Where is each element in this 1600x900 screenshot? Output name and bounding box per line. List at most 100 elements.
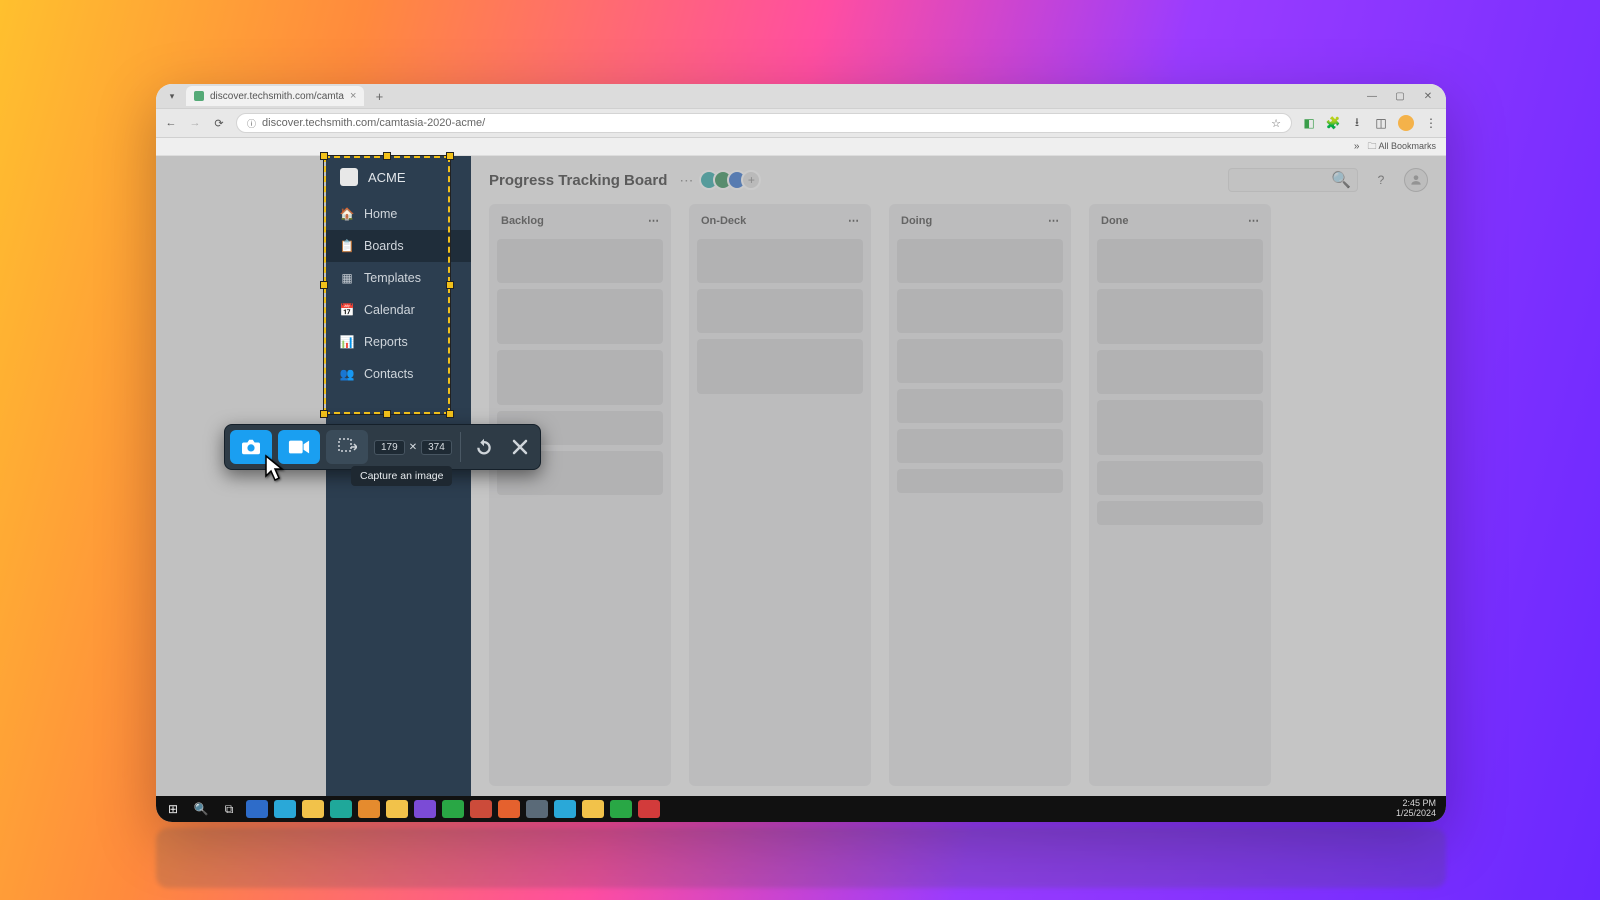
taskbar-clock[interactable]: 2:45 PM 1/25/2024 [1396,799,1440,819]
start-button[interactable]: ⊞ [162,800,184,818]
taskbar-app-icon[interactable] [526,800,548,818]
close-tab-icon[interactable]: × [350,90,356,102]
member-avatars[interactable]: + [705,170,761,190]
resize-handle[interactable] [320,410,328,418]
board-menu-icon[interactable]: ⋯ [679,172,693,189]
column-title: Done [1101,215,1129,227]
help-button[interactable]: ? [1370,169,1392,191]
new-tab-button[interactable]: + [372,89,386,103]
taskbar-app-icon[interactable] [274,800,296,818]
window-close-button[interactable]: ✕ [1420,91,1436,102]
board-card[interactable] [497,350,663,405]
board-card[interactable] [1097,289,1263,344]
board-card[interactable] [897,429,1063,463]
capture-width-input[interactable]: 179 [374,440,405,455]
taskbar-app-icon[interactable] [470,800,492,818]
undo-icon [475,438,493,456]
window-minimize-button[interactable]: — [1364,91,1380,102]
extension-icon[interactable]: ◧ [1302,116,1316,130]
capture-undo-button[interactable] [469,430,499,464]
toolbar-separator [460,432,461,462]
resize-handle[interactable] [446,281,454,289]
board-card[interactable] [1097,501,1263,525]
resize-handle[interactable] [320,152,328,160]
taskbar-search-icon[interactable]: 🔍 [190,800,212,818]
user-icon [1409,173,1423,187]
profile-avatar-icon[interactable] [1398,115,1414,131]
board-column-backlog[interactable]: Backlog⋯ [489,204,671,786]
resize-handle[interactable] [383,410,391,418]
board-search[interactable]: 🔍 [1228,168,1358,192]
browser-tab[interactable]: discover.techsmith.com/camta × [186,86,364,106]
task-view-icon[interactable]: ⧉ [218,800,240,818]
column-menu-icon[interactable]: ⋯ [848,214,859,227]
board-column-done[interactable]: Done ⋯ [1089,204,1271,786]
taskbar-app-icon[interactable] [442,800,464,818]
taskbar-app-icon[interactable] [386,800,408,818]
resize-handle[interactable] [446,410,454,418]
taskbar-app-icon[interactable] [358,800,380,818]
board-card[interactable] [897,339,1063,383]
sidepanel-icon[interactable]: ◫ [1374,116,1388,130]
board-card[interactable] [497,239,663,283]
column-menu-icon[interactable]: ⋯ [648,214,659,227]
nav-forward-button[interactable]: → [188,117,202,129]
taskbar-app-icon[interactable] [610,800,632,818]
taskbar-app-icon[interactable] [246,800,268,818]
board-card[interactable] [897,389,1063,423]
capture-selection[interactable] [324,156,450,414]
video-icon [288,439,310,455]
taskbar-app-icon[interactable] [302,800,324,818]
bookmark-star-icon[interactable]: ☆ [1271,117,1281,130]
resize-handle[interactable] [446,152,454,160]
board-card[interactable] [1097,461,1263,495]
board-card[interactable] [897,239,1063,283]
address-bar[interactable]: ⓘ discover.techsmith.com/camtasia-2020-a… [236,113,1292,133]
mouse-cursor [264,454,288,478]
all-bookmarks-button[interactable]: 🗀 All Bookmarks [1367,139,1436,155]
chrome-menu-icon[interactable]: ⋮ [1424,116,1438,130]
board-header: Progress Tracking Board ⋯ + 🔍 ? [471,156,1446,204]
url-text: discover.techsmith.com/camtasia-2020-acm… [262,117,485,129]
capture-height-input[interactable]: 374 [421,440,452,455]
capture-cancel-button[interactable] [505,430,535,464]
site-info-icon[interactable]: ⓘ [247,117,256,130]
taskbar-app-icon[interactable] [330,800,352,818]
taskbar-app-icon[interactable] [498,800,520,818]
tab-title: discover.techsmith.com/camta [210,91,344,102]
add-member-button[interactable]: + [741,170,761,190]
bookmarks-overflow-icon[interactable]: » [1354,141,1360,152]
nav-reload-button[interactable]: ⟳ [212,117,226,130]
taskbar-app-icon[interactable] [414,800,436,818]
capture-dimensions: 179 ✕ 374 [374,440,452,455]
column-menu-icon[interactable]: ⋯ [1248,214,1259,227]
board-card[interactable] [697,239,863,283]
board-card[interactable] [497,289,663,344]
board-card[interactable] [897,469,1063,493]
board-card[interactable] [697,289,863,333]
taskbar-app-icon[interactable] [582,800,604,818]
window-maximize-button[interactable]: ▢ [1392,91,1408,102]
column-menu-icon[interactable]: ⋯ [1048,214,1059,227]
tab-search-dropdown[interactable]: ▾ [162,88,182,104]
board-card[interactable] [1097,239,1263,283]
user-menu-button[interactable] [1404,168,1428,192]
extensions-menu-icon[interactable]: 🧩 [1326,116,1340,130]
resize-handle[interactable] [383,152,391,160]
board-column-ondeck[interactable]: On-Deck⋯ [689,204,871,786]
kanban-board: Backlog⋯ On-Deck⋯ Doing⋯ [471,204,1446,796]
taskbar-app-icon[interactable] [554,800,576,818]
board-column-doing[interactable]: Doing⋯ [889,204,1071,786]
board-card[interactable] [897,289,1063,333]
windows-taskbar: ⊞ 🔍 ⧉ 2:45 PM 1/25/2024 [156,796,1446,822]
resize-handle[interactable] [320,281,328,289]
browser-toolbar: ← → ⟳ ⓘ discover.techsmith.com/camtasia-… [156,108,1446,138]
downloads-icon[interactable]: ⭳ [1350,116,1364,130]
nav-back-button[interactable]: ← [164,117,178,129]
bookmarks-bar: » 🗀 All Bookmarks [156,138,1446,156]
capture-region-mode-button[interactable] [326,430,368,464]
board-card[interactable] [697,339,863,394]
board-card[interactable] [1097,400,1263,455]
board-card[interactable] [1097,350,1263,394]
taskbar-app-icon[interactable] [638,800,660,818]
